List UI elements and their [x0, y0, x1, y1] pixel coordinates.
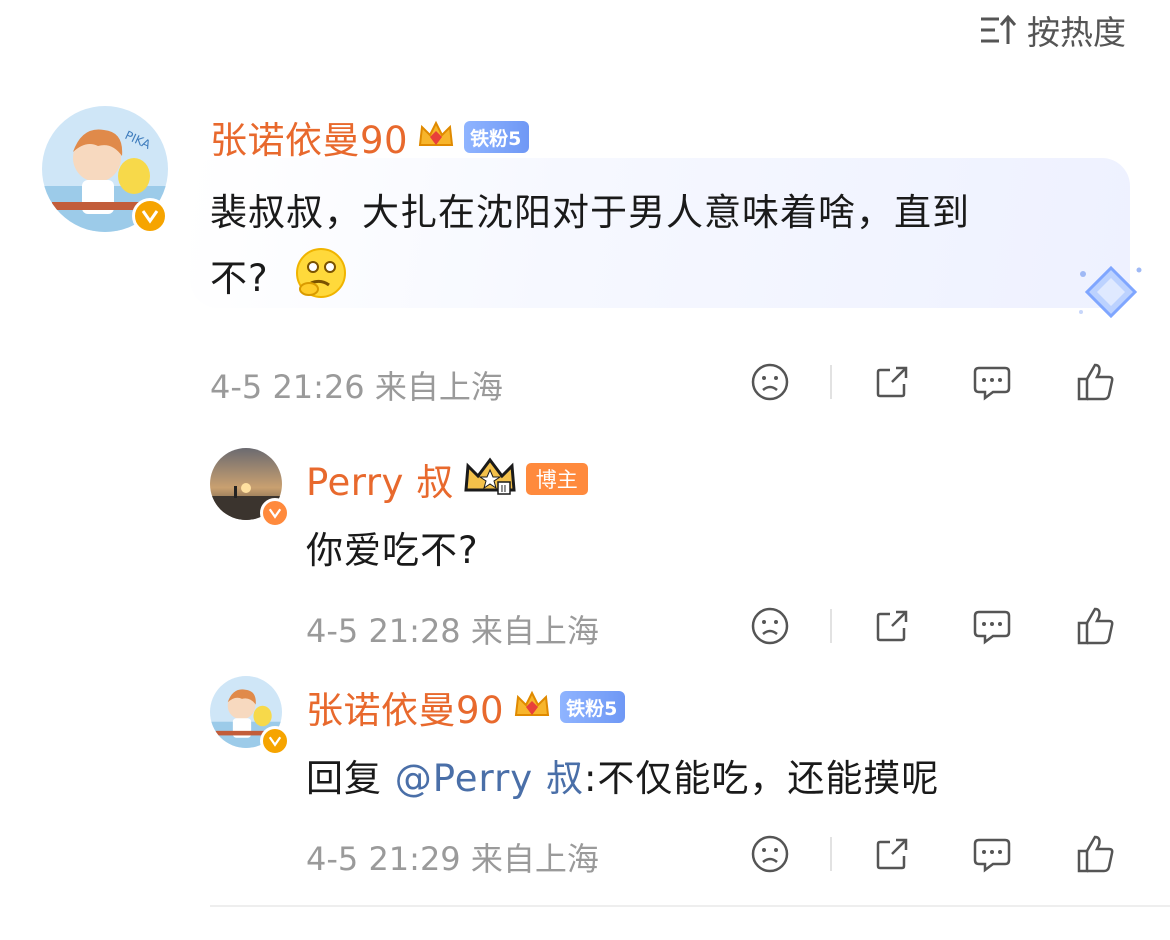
comment-button[interactable] [970, 604, 1014, 648]
comment-bubble-icon [973, 610, 1011, 645]
comment-header: 张诺依曼90 铁粉5 [210, 110, 530, 164]
verified-badge-icon [260, 726, 290, 756]
share-icon [876, 838, 908, 870]
share-icon [876, 610, 908, 642]
crown-badge-icon [512, 685, 552, 729]
commenter-avatar[interactable] [210, 676, 290, 756]
dislike-button[interactable] [748, 604, 792, 648]
fan-level-badge: 铁粉5 [560, 691, 626, 723]
commenter-avatar[interactable]: PIKA [42, 106, 172, 236]
comment-text: 裴叔叔，大扎在沈阳对于男人意味着啥，直到 [210, 191, 970, 234]
mention-link[interactable]: @Perry 叔 [395, 757, 584, 800]
comment-header: 张诺依曼90 铁粉5 [306, 680, 626, 734]
crown-badge-icon [416, 115, 456, 159]
comment-bubble-icon [973, 366, 1011, 401]
section-divider [210, 905, 1170, 907]
sort-icon [979, 14, 1017, 46]
sort-label: 按热度 [1027, 13, 1126, 52]
action-divider [830, 837, 832, 871]
comment-text: 你爱吃不? [306, 529, 479, 572]
share-button[interactable] [870, 604, 914, 648]
username[interactable]: 张诺依曼90 [306, 680, 504, 734]
fan-level-badge: 铁粉5 [464, 121, 530, 153]
comment-text: 回复 @Perry 叔:不仅能吃，还能摸呢 [306, 748, 939, 802]
comment-bubble-icon [973, 838, 1011, 873]
username[interactable]: Perry 叔 [306, 452, 454, 506]
frown-face-icon [751, 607, 789, 645]
comment-text-line2: 不? [210, 245, 349, 305]
thinking-face-emoji-icon [293, 245, 349, 305]
frown-face-icon [751, 363, 789, 401]
blogger-badge: 博主 [525, 463, 588, 495]
thumbs-up-icon [1077, 835, 1114, 873]
comment-button[interactable] [970, 832, 1014, 876]
comment-meta: 4-5 21:29 来自上海 [306, 840, 599, 878]
share-button[interactable] [870, 360, 914, 404]
verified-badge-icon [260, 498, 290, 528]
comment-actions [748, 604, 1118, 648]
share-button[interactable] [870, 832, 914, 876]
thumbs-up-icon [1077, 363, 1114, 401]
action-divider [830, 365, 832, 399]
like-button[interactable] [1074, 360, 1118, 404]
comment-actions [748, 832, 1118, 876]
thumbs-up-icon [1077, 607, 1114, 645]
username[interactable]: 张诺依曼90 [210, 110, 408, 164]
sort-by-hot-button[interactable]: 按热度 [979, 6, 1126, 54]
diamond-decoration-icon [1075, 262, 1147, 326]
verified-badge-icon [132, 198, 168, 234]
comment-header: Perry 叔 II 博主 [306, 452, 588, 506]
commenter-avatar[interactable] [210, 448, 290, 528]
share-icon [876, 366, 908, 398]
action-divider [830, 609, 832, 643]
dislike-button[interactable] [748, 360, 792, 404]
reply-body: :不仅能吃，还能摸呢 [583, 757, 940, 800]
comment-meta: 4-5 21:26 来自上海 [210, 368, 503, 406]
dislike-button[interactable] [748, 832, 792, 876]
gold-crown-badge-icon: II [462, 456, 518, 502]
reply-prefix: 回复 [306, 757, 395, 800]
like-button[interactable] [1074, 604, 1118, 648]
comment-text-continued: 不? [210, 257, 269, 300]
comment-actions [748, 360, 1118, 404]
svg-text:II: II [500, 484, 506, 495]
comment-meta: 4-5 21:28 来自上海 [306, 612, 599, 650]
comment-button[interactable] [970, 360, 1014, 404]
frown-face-icon [751, 835, 789, 873]
like-button[interactable] [1074, 832, 1118, 876]
